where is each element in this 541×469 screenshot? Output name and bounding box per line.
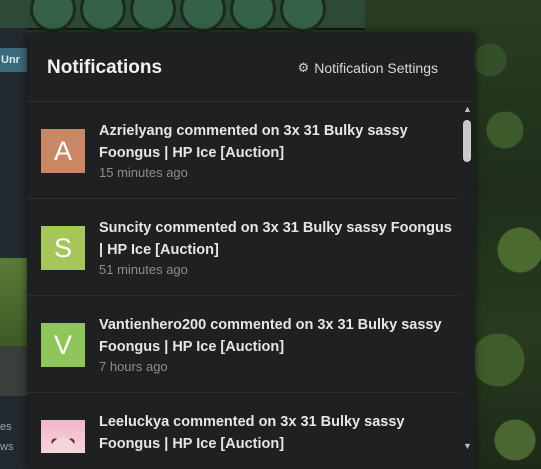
notification-time: 7 hours ago — [99, 359, 168, 374]
panel-title: Notifications — [47, 57, 163, 78]
left-text: ws — [0, 441, 14, 453]
notification-text: Leeluckya commented on 3x 31 Bulky sassy… — [99, 414, 405, 452]
left-grass-area — [0, 258, 27, 346]
banner-emblem — [230, 0, 276, 32]
notification-item[interactable]: A Azrielyang commented on 3x 31 Bulky sa… — [27, 102, 460, 199]
notification-settings-label: Notification Settings — [314, 60, 438, 76]
scroll-thumb[interactable] — [463, 120, 471, 162]
top-banner — [0, 0, 365, 32]
notification-time: 15 minutes ago — [99, 165, 188, 180]
scrollbar[interactable]: ▲ ▼ — [460, 102, 475, 453]
banner-emblem — [280, 0, 326, 32]
banner-emblem — [180, 0, 226, 32]
banner-emblem — [130, 0, 176, 32]
avatar[interactable]: S — [41, 226, 85, 270]
gear-icon: ⚙ — [297, 60, 310, 75]
notifications-panel: Notifications ⚙ Notification Settings A … — [27, 33, 475, 469]
notification-item[interactable]: S Suncity commented on 3x 31 Bulky sassy… — [27, 199, 460, 296]
panel-header: Notifications ⚙ Notification Settings — [27, 33, 475, 102]
notification-item[interactable]: V Vantienhero200 commented on 3x 31 Bulk… — [27, 296, 460, 393]
notification-text: Suncity commented on 3x 31 Bulky sassy F… — [99, 220, 452, 258]
notification-time: 51 minutes ago — [99, 262, 188, 277]
avatar[interactable]: V — [41, 323, 85, 367]
notification-text: Vantienhero200 commented on 3x 31 Bulky … — [99, 317, 442, 355]
left-dark-area — [0, 346, 27, 396]
scroll-down-arrow-icon[interactable]: ▼ — [462, 441, 473, 451]
left-text: es — [0, 421, 12, 433]
banner-emblem — [30, 0, 76, 32]
scroll-up-arrow-icon[interactable]: ▲ — [462, 104, 473, 114]
left-background-strip — [0, 28, 27, 469]
notification-item[interactable]: Leeluckya commented on 3x 31 Bulky sassy… — [27, 393, 460, 453]
notification-list[interactable]: A Azrielyang commented on 3x 31 Bulky sa… — [27, 102, 460, 453]
avatar[interactable] — [41, 420, 85, 453]
banner-emblem — [80, 0, 126, 32]
left-tab[interactable]: Unr — [0, 48, 28, 72]
avatar[interactable]: A — [41, 129, 85, 173]
notification-settings-link[interactable]: ⚙ Notification Settings — [298, 60, 438, 76]
notification-text: Azrielyang commented on 3x 31 Bulky sass… — [99, 123, 408, 161]
